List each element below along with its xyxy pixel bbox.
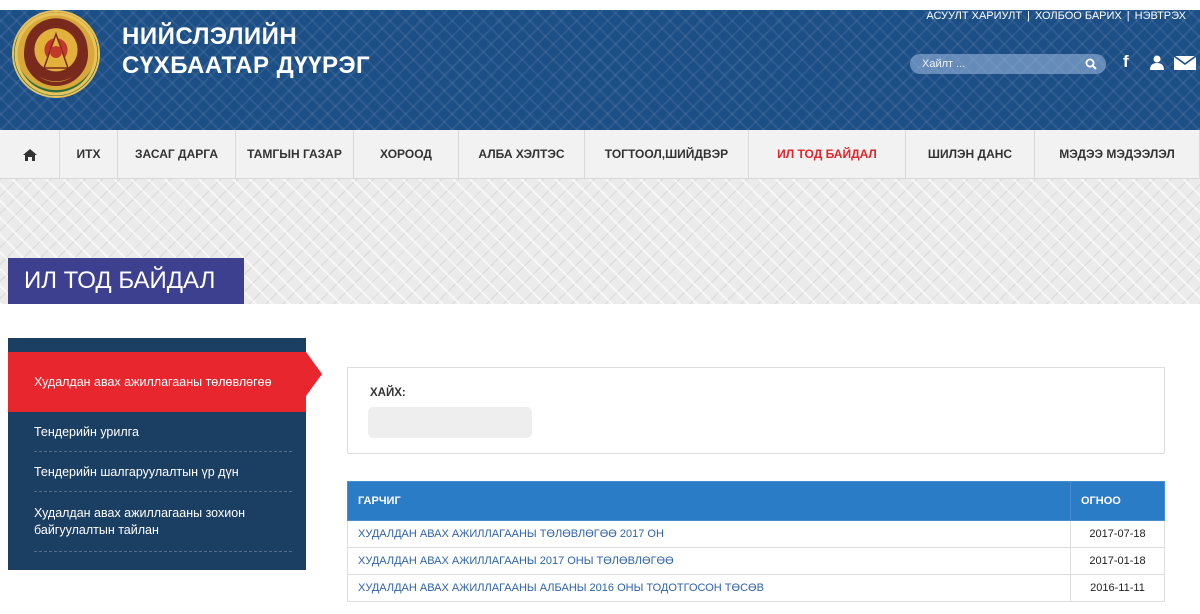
nav-item-resolutions[interactable]: ТОГТООЛ,ШИЙДВЭР (585, 130, 749, 178)
mail-icon[interactable] (1174, 56, 1196, 70)
login-link[interactable]: НЭВТРЭХ (1135, 10, 1186, 22)
header-search-input[interactable] (910, 54, 1082, 74)
nav-item-office[interactable]: ТАМГЫН ГАЗАР (236, 130, 354, 178)
nav-item-khoroos[interactable]: ХОРООД (354, 130, 459, 178)
link-separator: | (1027, 10, 1030, 22)
facebook-icon[interactable]: f (1123, 52, 1129, 72)
nav-item-governor[interactable]: ЗАСАГ ДАРГА (118, 130, 236, 178)
sidebar-active-arrow (306, 352, 322, 396)
row-date: 2016-11-11 (1070, 574, 1165, 602)
table-header-row: ГАРЧИГ ОГНОО (347, 481, 1165, 521)
sidebar-divider (34, 551, 292, 552)
main-nav: ИТХ ЗАСАГ ДАРГА ТАМГЫН ГАЗАР ХОРООД АЛБА… (0, 130, 1200, 179)
filter-label: ХАЙХ: (370, 387, 406, 399)
column-header-title[interactable]: ГАРЧИГ (347, 481, 1071, 521)
nav-item-departments[interactable]: АЛБА ХЭЛТЭС (459, 130, 585, 178)
row-date: 2017-07-18 (1070, 520, 1165, 548)
row-date: 2017-01-18 (1070, 547, 1165, 575)
row-title-link[interactable]: ХУДАЛДАН АВАХ АЖИЛЛАГААНЫ ТӨЛӨВЛӨГӨӨ 201… (347, 520, 1071, 548)
row-title-link[interactable]: ХУДАЛДАН АВАХ АЖИЛЛАГААНЫ 2017 ОНЫ ТӨЛӨВ… (347, 547, 1071, 575)
header-top-strip (0, 0, 1200, 10)
link-separator: | (1126, 10, 1130, 22)
filter-panel: ХАЙХ: (347, 367, 1165, 454)
home-icon (22, 148, 37, 161)
faq-link[interactable]: АСУУЛТ ХАРИУЛТ (926, 10, 1022, 22)
banner-spacer (0, 304, 1200, 336)
nav-item-transparency[interactable]: ИЛ ТОД БАЙДАЛ (749, 130, 906, 178)
nav-item-news[interactable]: МЭДЭЭ МЭДЭЭЛЭЛ (1035, 130, 1200, 178)
documents-table: ГАРЧИГ ОГНОО ХУДАЛДАН АВАХ АЖИЛЛАГААНЫ Т… (347, 481, 1165, 602)
site-header: НИЙСЛЭЛИЙН СҮХБААТАР ДҮҮРЭГ АСУУЛТ ХАРИУ… (0, 0, 1200, 130)
district-emblem-icon[interactable] (14, 12, 98, 96)
sidebar-item-label: Худалдан авах ажиллагааны төлөвлөгөө (34, 374, 272, 389)
user-icon[interactable] (1149, 54, 1165, 70)
nav-home[interactable] (0, 130, 60, 178)
sidebar-item-label: Тендерийн урилга (34, 424, 139, 439)
nav-item-glass-account[interactable]: ШИЛЭН ДАНС (906, 130, 1035, 178)
top-links: АСУУЛТ ХАРИУЛТ | ХОЛБОО БАРИХ | НЭВТРЭХ (926, 10, 1186, 22)
sidebar-item-tender-results[interactable]: Тендерийн шалгаруулалтын үр дүн (8, 452, 306, 492)
site-title-line2: СҮХБААТАР ДҮҮРЭГ (122, 52, 371, 79)
sidebar-item-tender-invitation[interactable]: Тендерийн урилга (8, 412, 306, 452)
site-title[interactable]: НИЙСЛЭЛИЙН СҮХБААТАР ДҮҮРЭГ (122, 22, 370, 80)
nav-item-itkh[interactable]: ИТХ (60, 130, 118, 178)
sidebar-item-label: Худалдан авах ажиллагааны зохион байгуул… (34, 506, 246, 537)
page-title: ИЛ ТОД БАЙДАЛ (8, 258, 244, 304)
table-row: ХУДАЛДАН АВАХ АЖИЛЛАГААНЫ ТӨЛӨВЛӨГӨӨ 201… (347, 520, 1165, 548)
header-search (910, 54, 1106, 74)
table-row: ХУДАЛДАН АВАХ АЖИЛЛАГААНЫ 2017 ОНЫ ТӨЛӨВ… (347, 547, 1165, 575)
sidebar-item-procurement-report[interactable]: Худалдан авах ажиллагааны зохион байгуул… (8, 492, 306, 552)
row-title-link[interactable]: ХУДАЛДАН АВАХ АЖИЛЛАГААНЫ АЛБАНЫ 2016 ОН… (347, 574, 1071, 602)
emblem-graphic (14, 12, 98, 96)
sidebar-item-label: Тендерийн шалгаруулалтын үр дүн (34, 464, 239, 479)
contact-link[interactable]: ХОЛБОО БАРИХ (1035, 10, 1122, 22)
site-title-line1: НИЙСЛЭЛИЙН (122, 23, 298, 50)
table-row: ХУДАЛДАН АВАХ АЖИЛЛАГААНЫ АЛБАНЫ 2016 ОН… (347, 574, 1165, 602)
filter-input[interactable] (368, 407, 532, 438)
sidebar: Худалдан авах ажиллагааны төлөвлөгөө Тен… (8, 338, 306, 570)
sidebar-item-procurement-plan[interactable]: Худалдан авах ажиллагааны төлөвлөгөө (8, 352, 306, 412)
column-header-date[interactable]: ОГНОО (1070, 481, 1165, 521)
search-icon[interactable] (1085, 58, 1097, 70)
